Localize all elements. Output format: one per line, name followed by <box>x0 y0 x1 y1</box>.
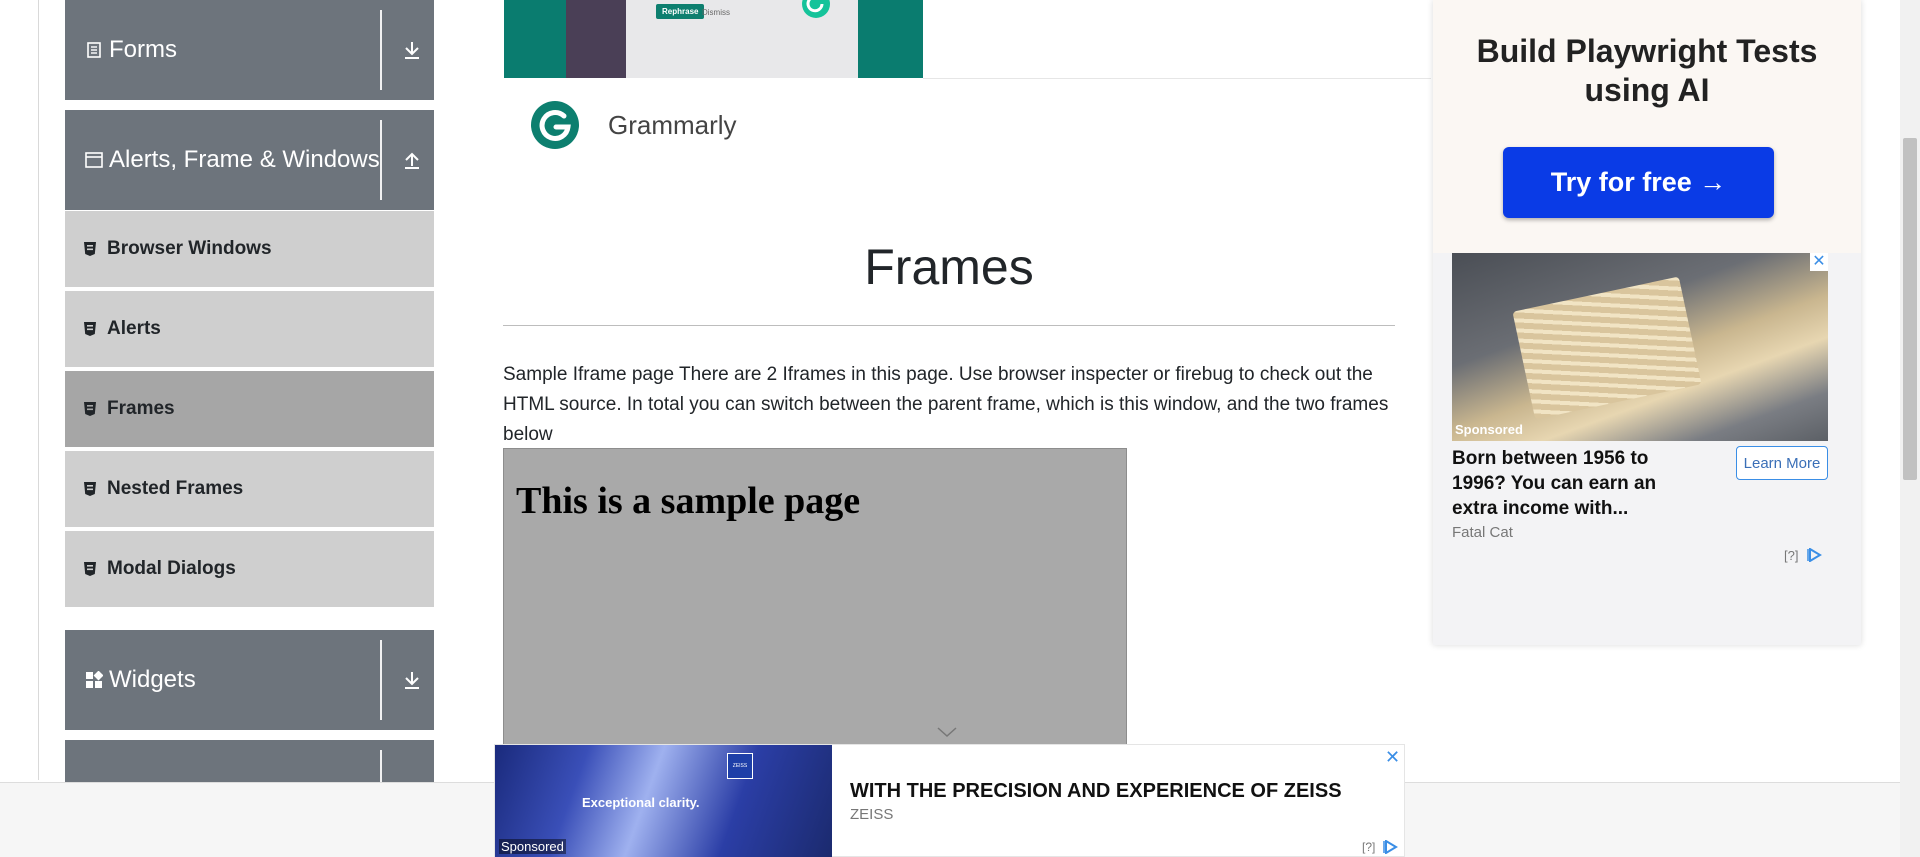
ad-info-link[interactable]: [?] <box>1362 840 1375 854</box>
divider <box>380 10 382 90</box>
html5-icon <box>83 321 97 337</box>
divider <box>380 640 382 720</box>
zeiss-logo: ZEISS <box>727 753 753 779</box>
vertical-scrollbar[interactable] <box>1900 0 1920 857</box>
grammarly-small-icon <box>802 0 830 18</box>
bottom-ad: ZEISS Exceptional clarity. Sponsored WIT… <box>494 744 1405 857</box>
sidebar-item-label: Frames <box>107 398 175 419</box>
sidebar-item-frames[interactable]: Frames <box>65 371 434 449</box>
sample-iframe[interactable]: This is a sample page <box>503 448 1127 748</box>
grammarly-name[interactable]: Grammarly <box>608 110 737 141</box>
page-title: Frames <box>864 239 1034 295</box>
document-icon <box>85 41 103 59</box>
ad-text[interactable]: Born between 1956 to 1996? You can earn … <box>1452 446 1682 521</box>
bottom-ad-headline[interactable]: WITH THE PRECISION AND EXPERIENCE OF ZEI… <box>850 780 1342 803</box>
learn-more-button[interactable]: Learn More <box>1736 446 1828 480</box>
html5-icon <box>83 561 97 577</box>
ad-photo[interactable] <box>1452 253 1828 441</box>
sidebar-group-alerts-frame-windows[interactable]: Alerts, Frame & Windows <box>65 110 434 210</box>
sidebar-group-label: Alerts, Frame & Windows <box>109 146 380 173</box>
divider <box>380 120 382 200</box>
scrollbar-thumb[interactable] <box>1903 138 1917 480</box>
sidebar-group-forms[interactable]: Forms <box>65 0 434 100</box>
rephrase-button: Rephrase <box>656 4 705 19</box>
sidebar-item-label: Alerts <box>107 318 161 339</box>
chevron-down-icon <box>937 727 957 738</box>
dismiss-label: Dismiss <box>702 8 730 17</box>
money-image <box>1512 276 1702 420</box>
download-arrow-icon[interactable] <box>400 668 424 692</box>
sidebar-group-widgets[interactable]: Widgets <box>65 630 434 730</box>
bottom-ad-image-title: Exceptional clarity. <box>582 795 700 810</box>
html5-icon <box>83 481 97 497</box>
page-root: Forms Alerts, Frame & Windows Browser Wi… <box>0 0 1920 857</box>
sidebar-group-label: Widgets <box>109 666 196 693</box>
sponsored-tag: Sponsored <box>499 839 566 854</box>
bottom-ad-brand: ZEISS <box>850 806 894 823</box>
ad-info-link[interactable]: [?] <box>1784 548 1798 563</box>
sidebar-item-label: Browser Windows <box>107 238 272 259</box>
sidebar-item-browser-windows[interactable]: Browser Windows <box>65 211 434 289</box>
sidebar-item-label: Modal Dialogs <box>107 558 236 579</box>
window-icon <box>85 151 103 169</box>
try-for-free-button[interactable]: Try for free → <box>1503 147 1774 218</box>
adchoices-icon[interactable] <box>1383 840 1399 854</box>
sidebar-item-label: Nested Frames <box>107 478 244 499</box>
grammarly-logo-icon[interactable] <box>530 100 580 150</box>
right-ad-panel: Build Playwright Tests using AI Try for … <box>1433 0 1861 645</box>
close-icon[interactable]: ✕ <box>1385 747 1400 768</box>
close-icon[interactable]: ✕ <box>1810 253 1828 271</box>
sponsored-tag: Sponsored <box>1455 422 1523 437</box>
ad-headline: Build Playwright Tests using AI <box>1476 33 1818 108</box>
title-divider <box>503 325 1395 326</box>
adchoices-icon[interactable] <box>1807 548 1823 562</box>
grid-icon <box>85 671 103 689</box>
ad-brand: Fatal Cat <box>1452 524 1513 541</box>
upload-arrow-icon[interactable] <box>400 148 424 172</box>
sidebar-item-nested-frames[interactable]: Nested Frames <box>65 451 434 529</box>
sidebar-border <box>38 0 39 780</box>
divider <box>923 78 1431 79</box>
html5-icon <box>83 401 97 417</box>
iframe-heading: This is a sample page <box>516 480 861 522</box>
page-description: Sample Iframe page There are 2 Iframes i… <box>503 364 1389 445</box>
sidebar-item-modal-dialogs[interactable]: Modal Dialogs <box>65 531 434 609</box>
sidebar-item-alerts[interactable]: Alerts <box>65 291 434 369</box>
html5-icon <box>83 241 97 257</box>
download-arrow-icon[interactable] <box>400 38 424 62</box>
sidebar-group-label: Forms <box>109 36 177 63</box>
banner-dark-panel <box>566 0 626 78</box>
